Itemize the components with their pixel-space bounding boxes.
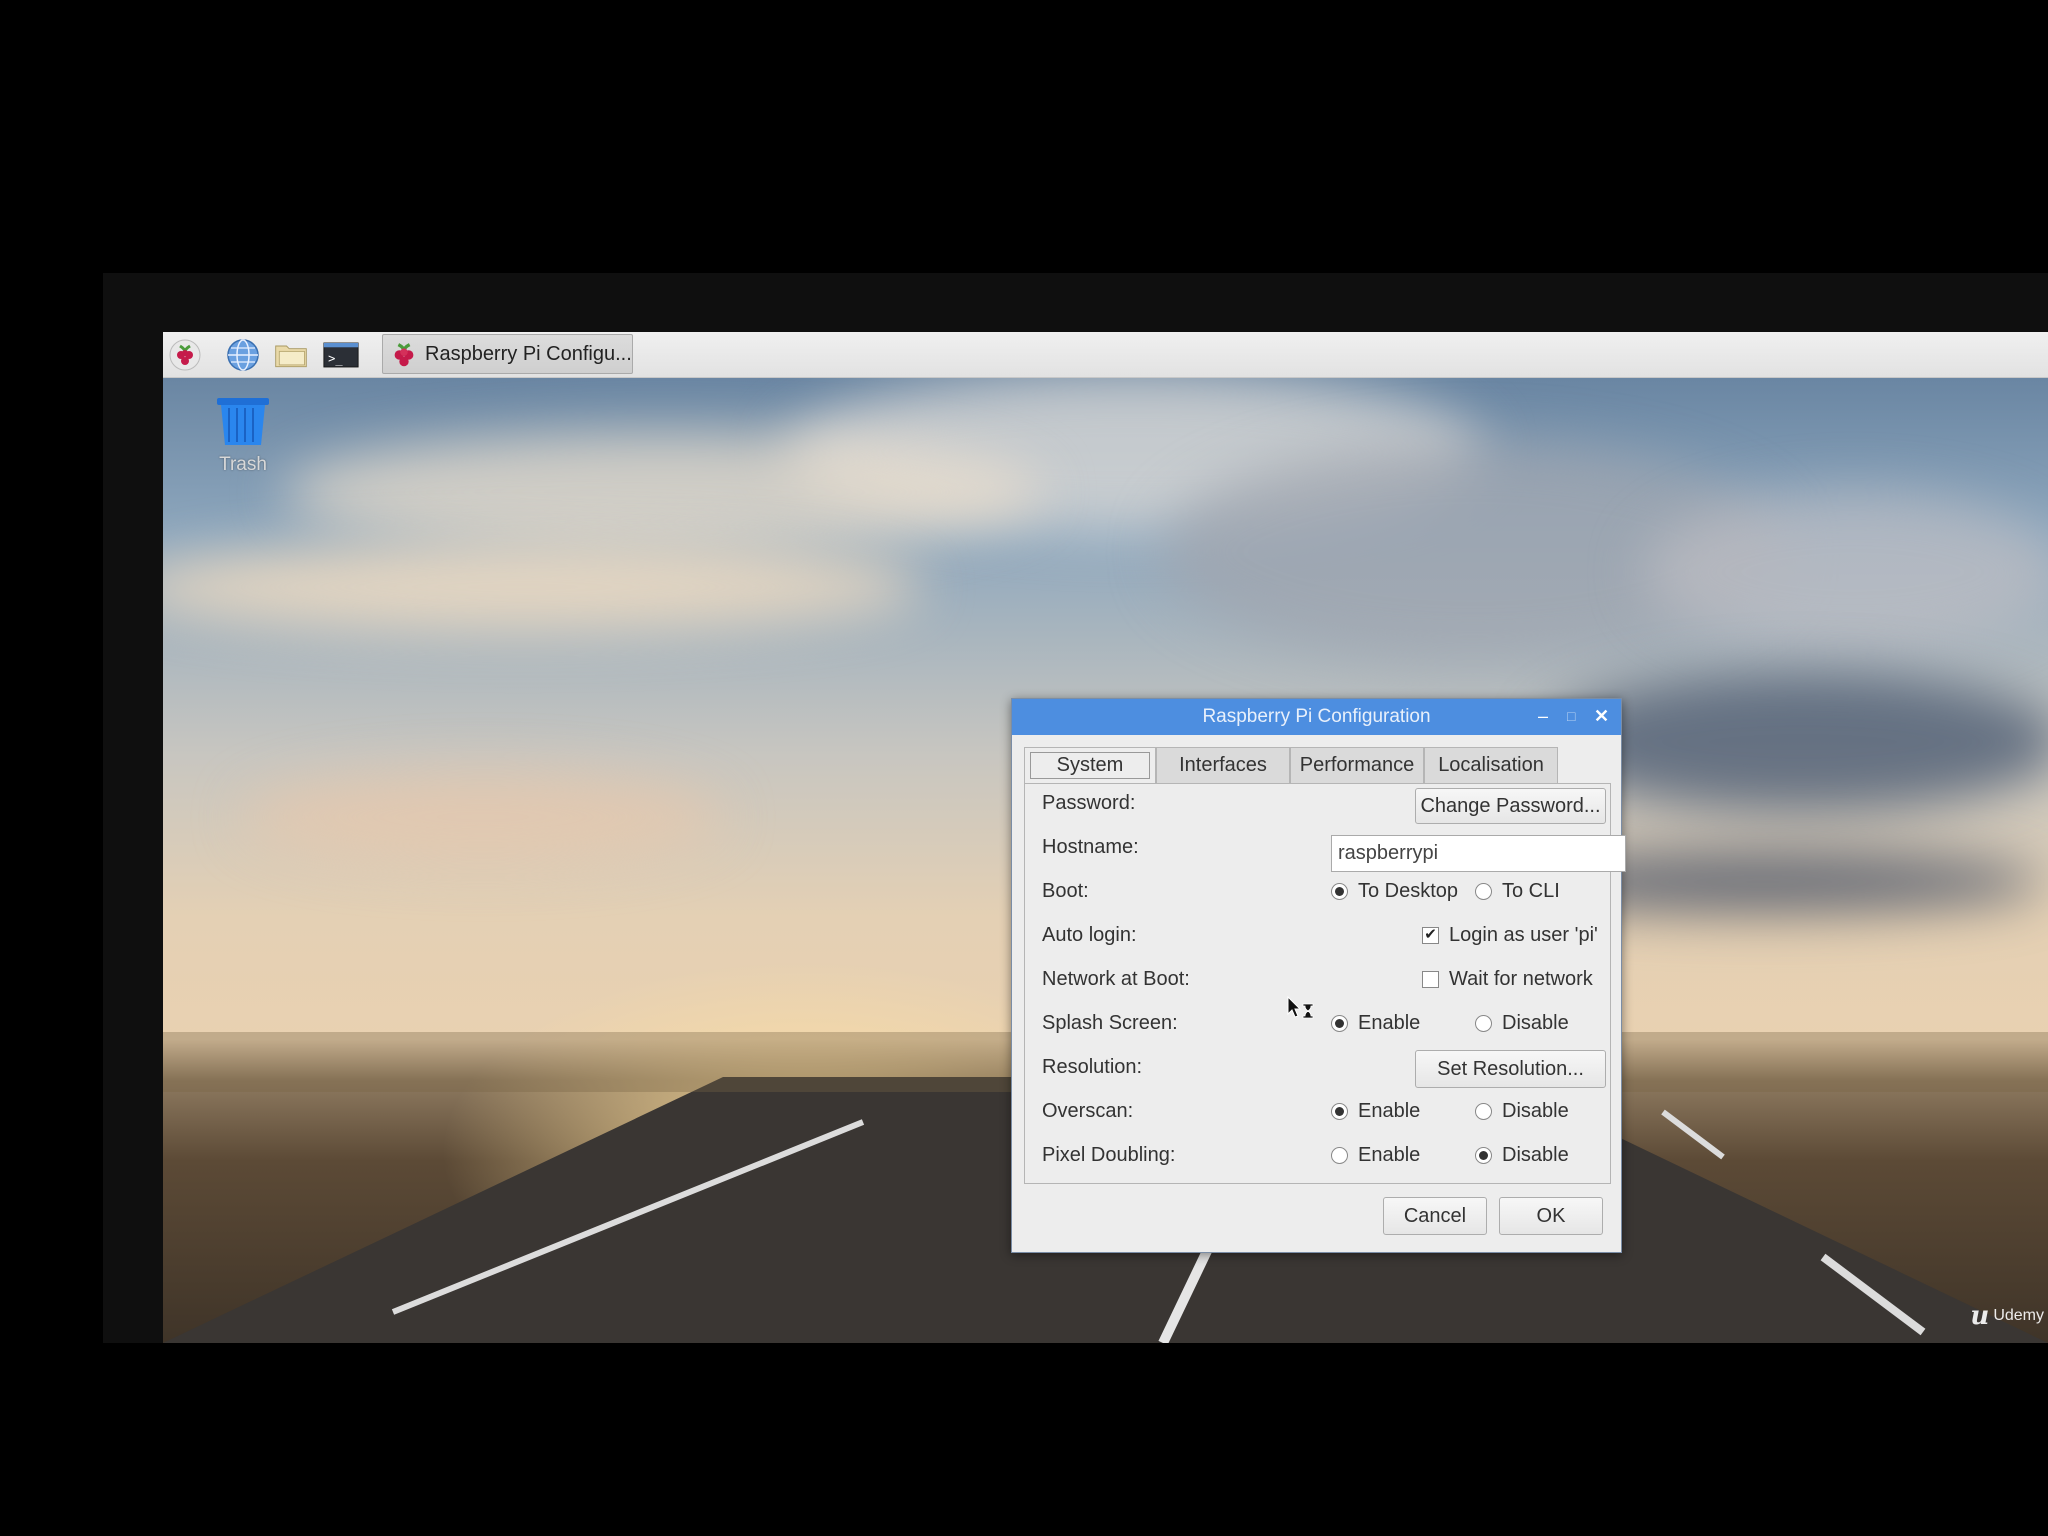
raspberry-pi-configuration-dialog: Raspberry Pi Configuration ‒ □ ✕ System …	[1011, 698, 1626, 1253]
file-manager-icon[interactable]	[273, 338, 309, 372]
hostname-label: Hostname:	[1042, 836, 1139, 858]
resolution-label: Resolution:	[1042, 1056, 1143, 1078]
tab-interfaces[interactable]: Interfaces	[1156, 747, 1290, 783]
overscan-disable-radio[interactable]	[1475, 1103, 1492, 1120]
splash-screen-label: Splash Screen:	[1042, 1012, 1178, 1034]
auto-login-checkbox[interactable]: ✔	[1422, 927, 1439, 944]
tab-system[interactable]: System	[1024, 747, 1156, 783]
tab-performance[interactable]: Performance	[1290, 747, 1424, 783]
minimize-icon[interactable]: ‒	[1538, 699, 1548, 735]
boot-to-cli-radio[interactable]	[1475, 883, 1492, 900]
close-icon[interactable]: ✕	[1594, 699, 1609, 735]
auto-login-option-label: Login as user 'pi'	[1449, 924, 1598, 946]
pixel-doubling-disable-radio[interactable]	[1475, 1147, 1492, 1164]
cloud	[1643, 492, 2048, 652]
boot-label: Boot:	[1042, 880, 1089, 902]
tab-bar: System Interfaces Performance Localisati…	[1024, 747, 1558, 783]
terminal-icon[interactable]: >_	[323, 338, 359, 372]
auto-login-label: Auto login:	[1042, 924, 1137, 946]
tab-localisation[interactable]: Localisation	[1424, 747, 1558, 783]
wait-for-network-checkbox[interactable]	[1422, 971, 1439, 988]
taskbar-app-label: Raspberry Pi Configu...	[425, 342, 632, 365]
splash-enable-radio[interactable]	[1331, 1015, 1348, 1032]
cloud	[283, 432, 1043, 552]
password-label: Password:	[1042, 792, 1136, 814]
overscan-disable-label: Disable	[1502, 1100, 1569, 1122]
taskbar: >_ Raspberry Pi Configu...	[163, 332, 2048, 378]
trash-desktop-item[interactable]: Trash	[211, 394, 275, 476]
dialog-title: Raspberry Pi Configuration	[1202, 706, 1431, 727]
overscan-label: Overscan:	[1042, 1100, 1134, 1122]
dialog-titlebar[interactable]: Raspberry Pi Configuration ‒ □ ✕	[1012, 699, 1621, 735]
udemy-logo-icon: u	[1970, 1301, 1990, 1331]
raspberry-icon	[394, 343, 414, 367]
boot-to-desktop-radio[interactable]	[1331, 883, 1348, 900]
boot-to-cli-label: To CLI	[1502, 880, 1560, 902]
road-edge-line	[1661, 1109, 1725, 1160]
web-browser-icon[interactable]	[225, 338, 261, 372]
maximize-icon[interactable]: □	[1567, 699, 1575, 735]
overscan-enable-radio[interactable]	[1331, 1103, 1348, 1120]
splash-enable-label: Enable	[1358, 1012, 1421, 1034]
trash-icon	[217, 398, 269, 445]
set-resolution-button[interactable]: Set Resolution...	[1415, 1050, 1606, 1088]
overscan-enable-label: Enable	[1358, 1100, 1421, 1122]
road-edge-line	[1820, 1253, 1926, 1336]
pixel-doubling-disable-label: Disable	[1502, 1144, 1569, 1166]
splash-disable-radio[interactable]	[1475, 1015, 1492, 1032]
splash-disable-label: Disable	[1502, 1012, 1569, 1034]
pixel-doubling-enable-radio[interactable]	[1331, 1147, 1348, 1164]
cancel-button[interactable]: Cancel	[1383, 1197, 1487, 1235]
road-edge-line	[391, 1119, 865, 1315]
system-panel: Password: Change Password... Hostname: B…	[1024, 783, 1626, 1184]
pixel-doubling-label: Pixel Doubling:	[1042, 1144, 1176, 1166]
pixel-doubling-enable-label: Enable	[1358, 1144, 1421, 1166]
cloud	[243, 772, 723, 862]
boot-to-desktop-label: To Desktop	[1358, 880, 1459, 902]
svg-text:>_: >_	[328, 352, 343, 366]
wait-for-network-label: Wait for network	[1449, 968, 1593, 990]
raspberry-menu-icon[interactable]	[167, 338, 203, 372]
udemy-watermark: u Udemy	[1970, 1301, 2044, 1331]
udemy-text: Udemy	[1993, 1307, 2044, 1324]
hostname-input[interactable]	[1331, 835, 1626, 872]
network-at-boot-label: Network at Boot:	[1042, 968, 1190, 990]
change-password-button[interactable]: Change Password...	[1415, 788, 1606, 824]
trash-label: Trash	[219, 454, 267, 475]
taskbar-app-raspberry-pi-configuration[interactable]: Raspberry Pi Configu...	[382, 334, 633, 374]
busy-cursor-icon	[1287, 996, 1314, 1019]
ok-button[interactable]: OK	[1499, 1197, 1603, 1235]
cloud	[163, 542, 923, 632]
